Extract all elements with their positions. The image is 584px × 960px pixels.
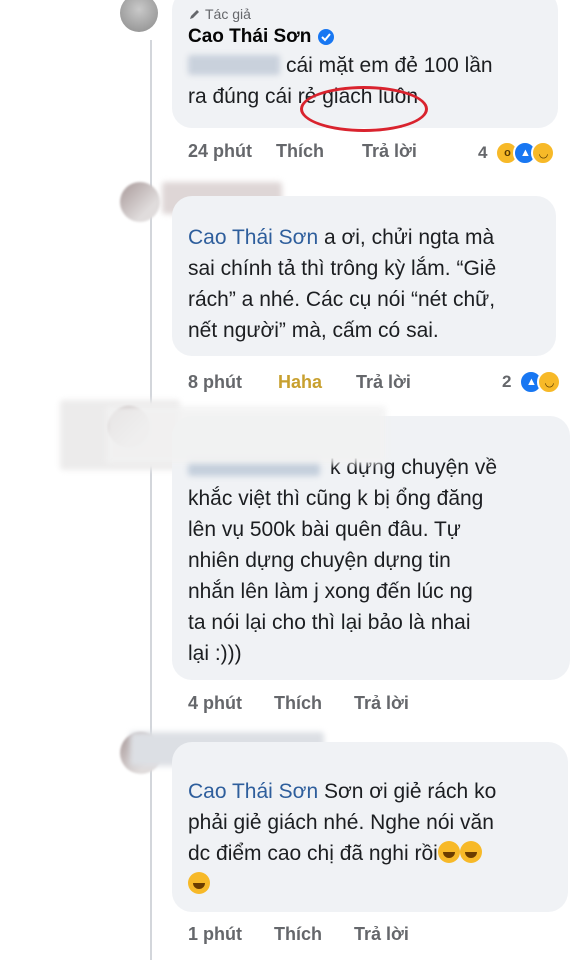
reply-button[interactable]: Trả lời [354, 693, 409, 714]
comment-time: 4 phút [188, 693, 242, 713]
comment-actions: 8 phút Haha Trả lời [188, 372, 411, 393]
redacted-name [106, 406, 386, 464]
redacted-name [188, 55, 280, 75]
comment-actions: 1 phút Thích Trả lời [188, 924, 409, 945]
comment-text: k dựng chuyện về khắc việt thì cũng k bị… [188, 456, 497, 665]
pencil-icon [190, 9, 199, 19]
mention-link[interactable]: Cao Thái Sơn [188, 226, 318, 249]
laughing-emoji-icon [437, 841, 460, 863]
laughing-emoji-icon [459, 841, 482, 863]
verified-badge-icon [318, 29, 335, 45]
author-badge: Tác giả [188, 6, 542, 22]
reaction-count: 4 [478, 143, 488, 162]
reaction-summary[interactable]: 2 ▲ ◡ [502, 370, 562, 394]
comment-text: Cao Thái Sơn a ơi, chửi ngta mà sai chín… [188, 226, 497, 342]
comment-text: Cao Thái Sơn Sơn ơi giẻ rách ko phải giẻ… [188, 776, 552, 900]
comment-time: 24 phút [188, 141, 253, 161]
like-button[interactable]: Thích [276, 141, 324, 162]
haha-reaction-icon: ◡ [537, 370, 562, 394]
haha-reaction-icon: ◡ [531, 141, 556, 165]
reply-button[interactable]: Trả lời [362, 141, 417, 162]
haha-reacted-button[interactable]: Haha [278, 372, 322, 393]
reply-button[interactable]: Trả lời [356, 372, 411, 393]
reply-button[interactable]: Trả lời [354, 924, 409, 945]
avatar[interactable] [120, 182, 160, 222]
avatar[interactable] [120, 0, 158, 32]
laughing-emoji-icon [188, 872, 210, 894]
mention-link[interactable]: Cao Thái Sơn [188, 780, 318, 803]
like-button[interactable]: Thích [274, 693, 322, 714]
author-tag-label: Tác giả [205, 6, 251, 22]
comment-author[interactable]: Cao Thái Sơn [188, 26, 311, 48]
reaction-count: 2 [502, 372, 512, 391]
highlight-oval [300, 86, 428, 132]
comment-actions: 24 phút Thích Trả lời [188, 141, 417, 162]
comment-bubble: Cao Thái Sơn Sơn ơi giẻ rách ko phải giẻ… [172, 742, 568, 912]
reaction-summary[interactable]: 4 o ▲ ◡ [478, 141, 556, 165]
like-button[interactable]: Thích [274, 924, 322, 945]
comment-bubble: Cao Thái Sơn a ơi, chửi ngta mà sai chín… [172, 196, 556, 356]
comment-actions: 4 phút Thích Trả lời [188, 693, 409, 714]
comment-time: 8 phút [188, 372, 242, 392]
thread-line [150, 40, 152, 960]
comment-time: 1 phút [188, 924, 242, 944]
